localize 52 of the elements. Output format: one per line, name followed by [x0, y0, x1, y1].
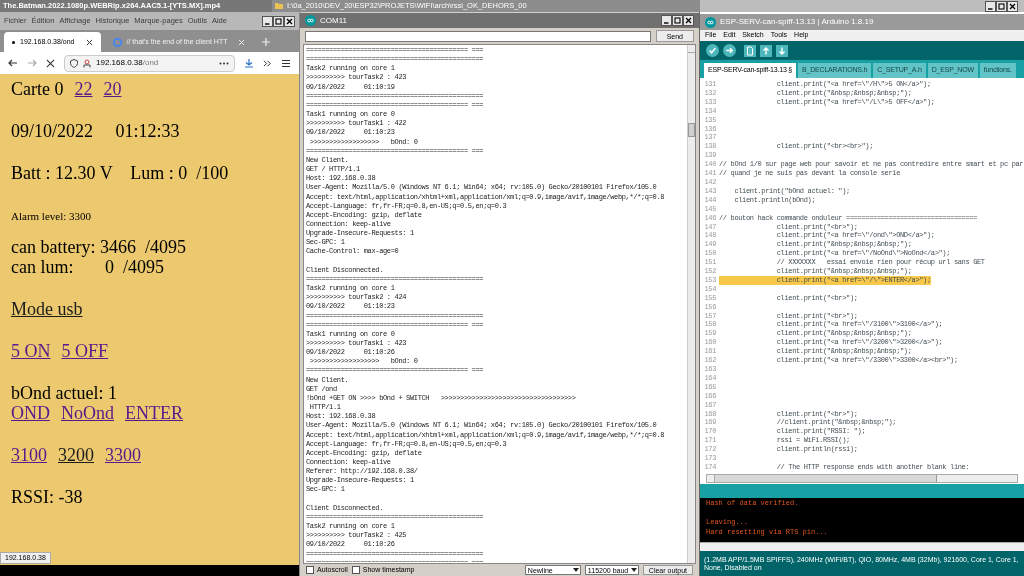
page-text: can battery: 3466 /4095	[11, 237, 186, 257]
window-title: ESP-SERV-can-spiff-13.13 | Arduino 1.8.19	[720, 16, 874, 28]
page-info-icon	[83, 58, 91, 68]
vertical-scrollbar[interactable]	[687, 45, 695, 563]
address-bar[interactable]: 192.168.0.38/ond	[64, 54, 235, 72]
window-title: COM11	[320, 14, 348, 27]
up-arrow-icon[interactable]	[760, 44, 772, 57]
down-arrow-icon[interactable]	[776, 44, 788, 57]
infinity-logo-icon	[305, 15, 316, 26]
checkmark-icon[interactable]	[706, 44, 719, 57]
more-icon[interactable]	[219, 61, 229, 65]
page-text: can lum: 0 /4095	[11, 257, 164, 277]
page-link[interactable]: 22	[74, 79, 93, 99]
url-text: 192.168.0.38/ond	[96, 57, 160, 69]
page-text: 09/10/2022 01:12:33	[11, 121, 180, 141]
stop-icon[interactable]	[46, 58, 55, 68]
download-icon[interactable]	[244, 58, 254, 68]
document-icon[interactable]	[744, 44, 756, 57]
folder-icon	[275, 2, 283, 10]
horizontal-scrollbar[interactable]	[706, 474, 1018, 483]
page-text: RSSI: -38	[11, 487, 83, 507]
horizontal-scrollbar[interactable]	[700, 542, 1024, 551]
page-link[interactable]: 3100	[11, 445, 47, 465]
page-link[interactable]: 3200	[58, 445, 94, 465]
dropdown-caret-icon	[630, 568, 637, 572]
page-link[interactable]: 5 ON	[11, 341, 51, 361]
page-link[interactable]: 20	[103, 79, 122, 99]
checkbox[interactable]	[306, 566, 314, 574]
page-text: Alarm level: 3300	[11, 209, 92, 223]
page-link[interactable]: 3300	[105, 445, 141, 465]
back-arrow-icon[interactable]	[8, 58, 18, 68]
page-link[interactable]: NoOnd	[61, 403, 114, 423]
window-controls-icon[interactable]	[661, 15, 694, 26]
window-controls-icon[interactable]	[262, 15, 295, 27]
page-link[interactable]: 5 OFF	[61, 341, 109, 361]
page-text: Batt : 12.30 V Lum : 0 /100	[11, 163, 229, 183]
serial-input-field[interactable]	[305, 30, 651, 42]
google-logo-icon	[112, 37, 122, 47]
shield-icon	[70, 58, 78, 68]
page-text: Carte 0	[11, 79, 64, 99]
page-link[interactable]: OND	[11, 403, 50, 423]
page-link[interactable]: Mode usb	[11, 299, 83, 319]
page-link[interactable]: ENTER	[125, 403, 183, 423]
right-arrow-icon[interactable]	[723, 44, 736, 57]
checkbox[interactable]	[351, 566, 360, 574]
close-icon[interactable]	[85, 38, 93, 46]
page-text: bOnd actuel: 1	[11, 383, 117, 403]
dropdown-caret-icon	[572, 568, 579, 572]
chevrons-icon[interactable]	[263, 58, 272, 68]
menu-icon[interactable]	[281, 58, 291, 68]
window-controls-icon[interactable]	[985, 0, 1018, 12]
infinity-logo-icon	[705, 16, 716, 28]
